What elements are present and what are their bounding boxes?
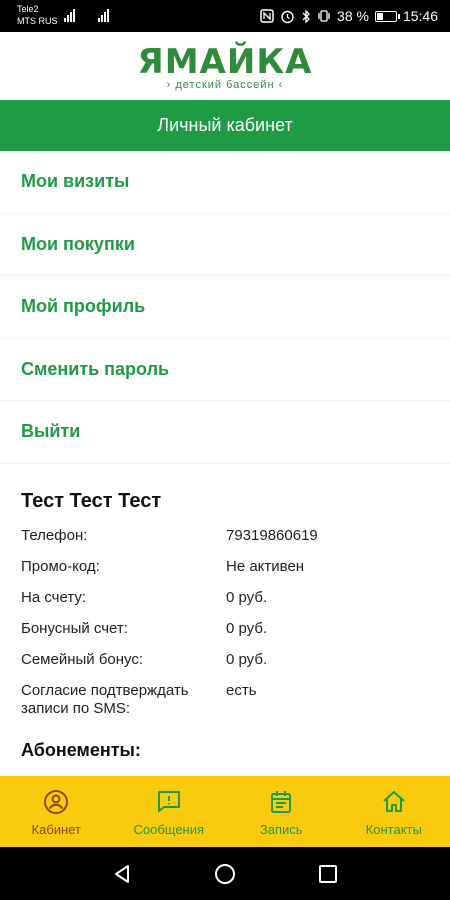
status-bar: Tele2 MTS RUS 38 % 15:46 — [0, 0, 450, 32]
logo-subtitle: › детский бассейн ‹ — [166, 79, 284, 91]
account-menu: Мои визиты Мои покупки Мой профиль Смени… — [0, 151, 450, 464]
info-label: На счету: — [21, 589, 87, 606]
info-row-balance: На счету: 0 руб. — [21, 589, 431, 607]
nav-label: Контакты — [365, 822, 422, 837]
back-icon[interactable] — [110, 862, 134, 886]
alarm-icon — [280, 9, 295, 24]
nav-tab-contacts[interactable]: Контакты — [338, 776, 450, 847]
info-value: Не активен — [226, 558, 305, 575]
recents-icon[interactable] — [316, 862, 340, 886]
account-icon — [43, 789, 69, 815]
app-header-logo: ЯМАЙКА › детский бассейн ‹ — [0, 32, 450, 100]
carrier-labels: Tele2 MTS RUS — [17, 3, 58, 27]
nav-label: Запись — [259, 822, 303, 837]
menu-item-visits[interactable]: Мои визиты — [0, 151, 450, 214]
bluetooth-icon — [301, 8, 311, 24]
logo: ЯМАЙКА — [137, 42, 313, 82]
battery-percent: 38 % — [337, 8, 369, 24]
nav-label: Кабинет — [31, 822, 81, 837]
info-label: Промо-код: — [21, 558, 100, 575]
nav-label: Сообщения — [133, 822, 205, 837]
nav-tab-messages[interactable]: Сообщения — [113, 776, 226, 847]
vibrate-icon — [317, 9, 331, 23]
menu-item-change-password[interactable]: Сменить пароль — [0, 339, 450, 401]
nav-tab-booking[interactable]: Запись — [225, 776, 338, 847]
info-row-sms-consent: Согласие подтверждать записи по SMS: ест… — [21, 682, 431, 718]
clock: 15:46 — [402, 8, 438, 24]
info-label: Бонусный счет: — [21, 620, 128, 637]
info-label: Телефон: — [21, 527, 88, 544]
info-row-bonus: Бонусный счет: 0 руб. — [21, 620, 431, 638]
info-value: 79319860619 — [226, 527, 318, 544]
info-row-family-bonus: Семейный бонус: 0 руб. — [21, 651, 431, 669]
system-navigation-bar — [0, 847, 450, 900]
info-value: 0 руб. — [226, 620, 268, 637]
bottom-navigation: Кабинет Сообщения Запись Контакты — [0, 776, 450, 847]
info-label: Семейный бонус: — [21, 651, 144, 668]
menu-item-purchases[interactable]: Мои покупки — [0, 214, 450, 276]
info-value: 0 руб. — [226, 589, 268, 606]
subscriptions-heading: Абонементы: — [21, 740, 141, 760]
nav-tab-cabinet[interactable]: Кабинет — [0, 776, 113, 847]
info-label: Согласие подтверждать записи по SMS: — [21, 682, 189, 717]
signal-icon-2 — [98, 8, 109, 22]
carrier-2: MTS RUS — [17, 16, 58, 26]
menu-item-logout[interactable]: Выйти — [0, 401, 450, 464]
info-row-promo: Промо-код: Не активен — [21, 558, 431, 576]
profile-info: Тест Тест Тест Телефон: 79319860619 Пром… — [21, 490, 431, 731]
signal-icon — [64, 8, 75, 22]
calendar-icon — [268, 789, 294, 815]
carrier-1: Tele2 — [17, 4, 39, 14]
home-button-icon[interactable] — [213, 862, 237, 886]
menu-item-profile[interactable]: Мой профиль — [0, 276, 450, 339]
home-icon — [381, 789, 407, 815]
nfc-icon — [260, 9, 274, 23]
page-title: Личный кабинет — [0, 100, 450, 151]
user-name: Тест Тест Тест — [21, 490, 162, 512]
info-row-phone: Телефон: 79319860619 — [21, 527, 431, 545]
battery-icon — [374, 10, 400, 22]
message-icon — [156, 789, 182, 815]
info-value: есть — [226, 682, 257, 699]
info-value: 0 руб. — [226, 651, 268, 668]
